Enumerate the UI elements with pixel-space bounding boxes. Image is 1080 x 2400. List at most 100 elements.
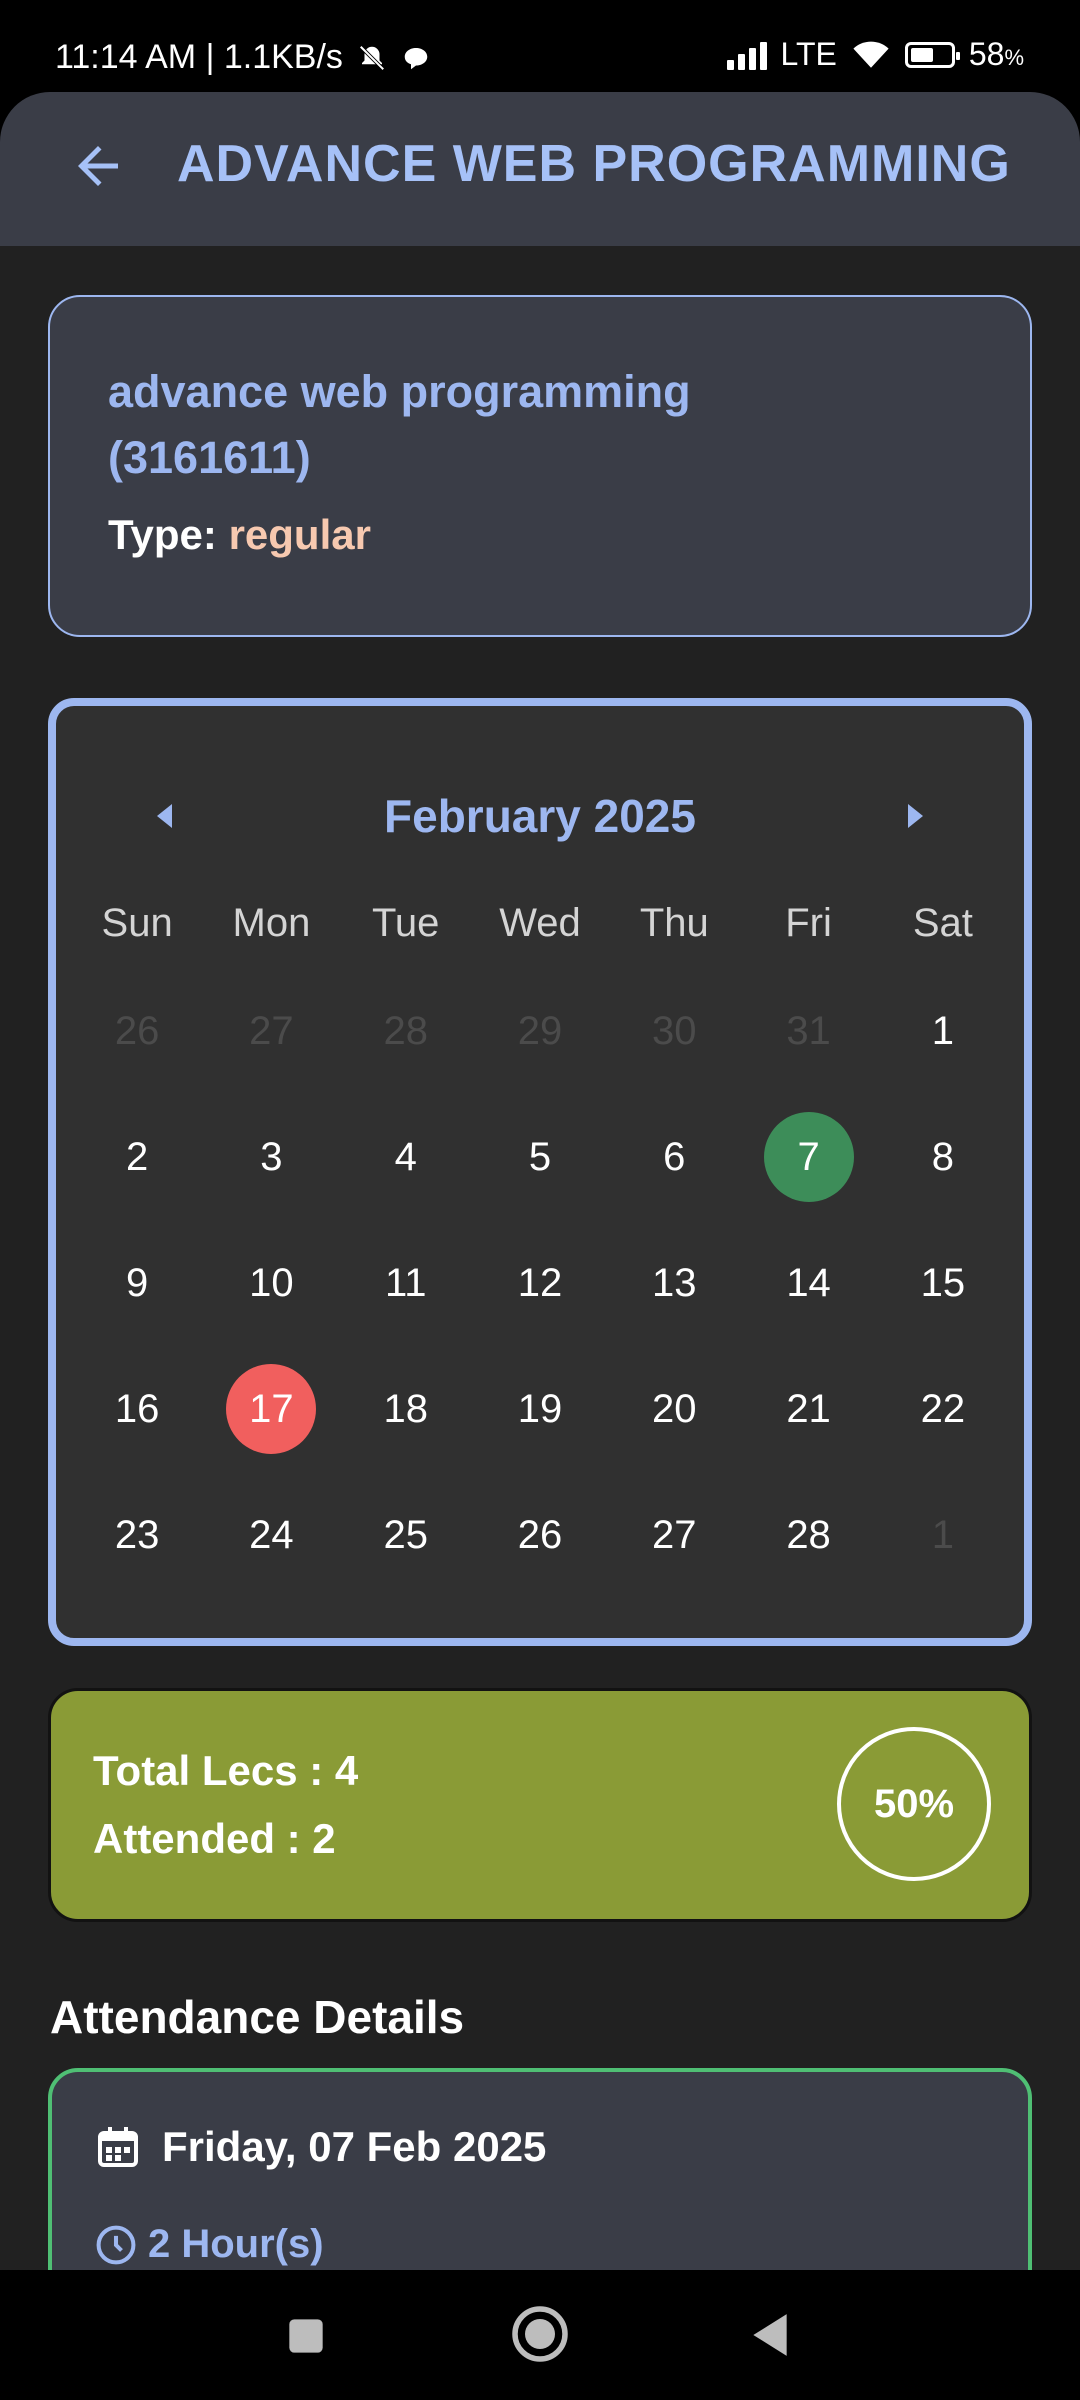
calendar-day-absent[interactable]: 17 (204, 1346, 338, 1472)
calendar-day-number: 23 (114, 1512, 160, 1557)
type-label: Type: (108, 511, 229, 558)
calendar-day[interactable]: 28 (741, 1472, 875, 1598)
detail-hours: 2 Hour(s) (148, 2222, 324, 2266)
wifi-icon (853, 41, 889, 68)
calendar-day[interactable]: 19 (473, 1346, 607, 1472)
weekday-label: Fri (785, 901, 832, 945)
system-nav-bar (0, 2270, 1080, 2400)
calendar-day[interactable]: 3 (204, 1094, 338, 1220)
calendar-day-number: 14 (786, 1260, 831, 1305)
calendar-day-number: 7 (763, 1112, 854, 1202)
calendar-day-number: 2 (126, 1134, 149, 1179)
network-type: LTE (780, 36, 837, 72)
calendar-day[interactable]: 20 (607, 1346, 741, 1472)
calendar-day-number: 6 (663, 1134, 686, 1179)
home-button[interactable] (510, 2304, 570, 2364)
calendar-day-number: 27 (652, 1512, 697, 1557)
calendar-day-number: 12 (517, 1260, 563, 1305)
app-bar: ADVANCE WEB PROGRAMMING (0, 92, 1080, 246)
calendar-day[interactable]: 22 (876, 1346, 1010, 1472)
calendar-day[interactable]: 9 (70, 1220, 204, 1346)
calendar-day[interactable]: 18 (339, 1346, 473, 1472)
weekday-header-row: Sun Mon Tue Wed Thu Fri Sat (70, 901, 1010, 946)
calendar-day-number: 24 (249, 1512, 294, 1557)
calendar-day[interactable]: 28 (339, 968, 473, 1094)
status-time-speed: 11:14 AM | 1.1KB/s (55, 38, 343, 76)
calendar-day-number: 9 (126, 1260, 149, 1305)
status-left: 11:14 AM | 1.1KB/s (55, 38, 431, 77)
attendance-detail-card[interactable]: Friday, 07 Feb 2025 2 Hour(s) (48, 2068, 1032, 2270)
calendar-day[interactable]: 13 (607, 1220, 741, 1346)
status-bar: 11:14 AM | 1.1KB/s LTE 58% (0, 0, 1080, 92)
calendar-day[interactable]: 15 (876, 1220, 1010, 1346)
calendar-day[interactable]: 30 (607, 968, 741, 1094)
calendar-day-number: 8 (931, 1134, 954, 1179)
calendar-day-number: 20 (652, 1386, 697, 1431)
calendar-day[interactable]: 31 (741, 968, 875, 1094)
calendar-day[interactable]: 29 (473, 968, 607, 1094)
calendar-icon (98, 2127, 138, 2167)
clock-icon (96, 2225, 136, 2264)
type-value: regular (228, 511, 371, 558)
calendar-day[interactable]: 11 (339, 1220, 473, 1346)
calendar-day[interactable]: 4 (339, 1094, 473, 1220)
calendar-day-number: 15 (920, 1260, 966, 1305)
calendar-day-number: 1 (931, 1008, 954, 1053)
calendar-day-grid: 26 27 28 29 30 31 1 2 3 4 5 6 7 8 9 10 11 12 13 14 15 16 17 18 1… (70, 968, 1010, 1598)
muted-bell-icon (359, 44, 385, 71)
attended-lectures: Attended : 2 (93, 1815, 336, 1862)
subject-card: advance web programming (3161611) Type: … (48, 295, 1032, 637)
back-button[interactable] (748, 2310, 792, 2360)
calendar: February 2025 Sun Mon Tue Wed Thu Fri Sat 26 27… (48, 698, 1032, 1646)
calendar-day-number: 26 (517, 1512, 563, 1557)
calendar-day[interactable]: 26 (70, 968, 204, 1094)
calendar-day[interactable]: 1 (876, 1472, 1010, 1598)
subject-name: advance web programming (3161611) (108, 366, 691, 483)
calendar-day[interactable]: 27 (204, 968, 338, 1094)
calendar-day[interactable]: 6 (607, 1094, 741, 1220)
recents-button[interactable] (286, 2316, 326, 2356)
calendar-day[interactable]: 21 (741, 1346, 875, 1472)
weekday-label: Mon (232, 901, 311, 945)
calendar-day[interactable]: 14 (741, 1220, 875, 1346)
calendar-day[interactable]: 10 (204, 1220, 338, 1346)
calendar-day[interactable]: 25 (339, 1472, 473, 1598)
calendar-day[interactable]: 23 (70, 1472, 204, 1598)
calendar-day[interactable]: 8 (876, 1094, 1010, 1220)
calendar-day[interactable]: 5 (473, 1094, 607, 1220)
section-title: Attendance Details (50, 1991, 465, 2043)
calendar-day-number: 11 (384, 1260, 427, 1305)
calendar-day-number: 10 (249, 1260, 294, 1305)
attendance-summary-card: Total Lecs : 4 Attended : 2 50% (48, 1688, 1032, 1922)
calendar-day-number: 29 (517, 1008, 563, 1053)
calendar-day-number: 19 (517, 1386, 563, 1431)
calendar-day-present[interactable]: 7 (741, 1094, 875, 1220)
calendar-day[interactable]: 27 (607, 1472, 741, 1598)
calendar-day[interactable]: 26 (473, 1472, 607, 1598)
calendar-day-number: 5 (528, 1134, 552, 1179)
calendar-day[interactable]: 24 (204, 1472, 338, 1598)
calendar-day-number: 25 (383, 1512, 428, 1557)
calendar-day-number: 21 (786, 1386, 831, 1431)
battery-percent: 58% (968, 36, 1024, 72)
calendar-day-number: 31 (786, 1008, 831, 1053)
calendar-day-number: 30 (652, 1008, 697, 1053)
calendar-day[interactable]: 2 (70, 1094, 204, 1220)
subject-type: Type: regular (108, 511, 972, 559)
chevron-right-icon[interactable] (896, 798, 932, 834)
calendar-day[interactable]: 16 (70, 1346, 204, 1472)
calendar-day-number: 13 (652, 1260, 697, 1305)
chat-bubble-icon (404, 47, 428, 69)
calendar-day[interactable]: 1 (876, 968, 1010, 1094)
calendar-day-number: 3 (260, 1134, 283, 1179)
calendar-header: February 2025 (56, 776, 1024, 856)
calendar-day-number: 18 (383, 1386, 428, 1431)
chevron-left-icon[interactable] (148, 798, 184, 834)
calendar-month-label: February 2025 (384, 790, 696, 842)
arrow-left-icon[interactable] (68, 136, 128, 196)
calendar-day[interactable]: 12 (473, 1220, 607, 1346)
page-title: ADVANCE WEB PROGRAMMING (177, 135, 1011, 193)
signal-icon (726, 40, 767, 70)
weekday-label: Sun (101, 901, 173, 945)
detail-date-row: Friday, 07 Feb 2025 (94, 2122, 546, 2172)
